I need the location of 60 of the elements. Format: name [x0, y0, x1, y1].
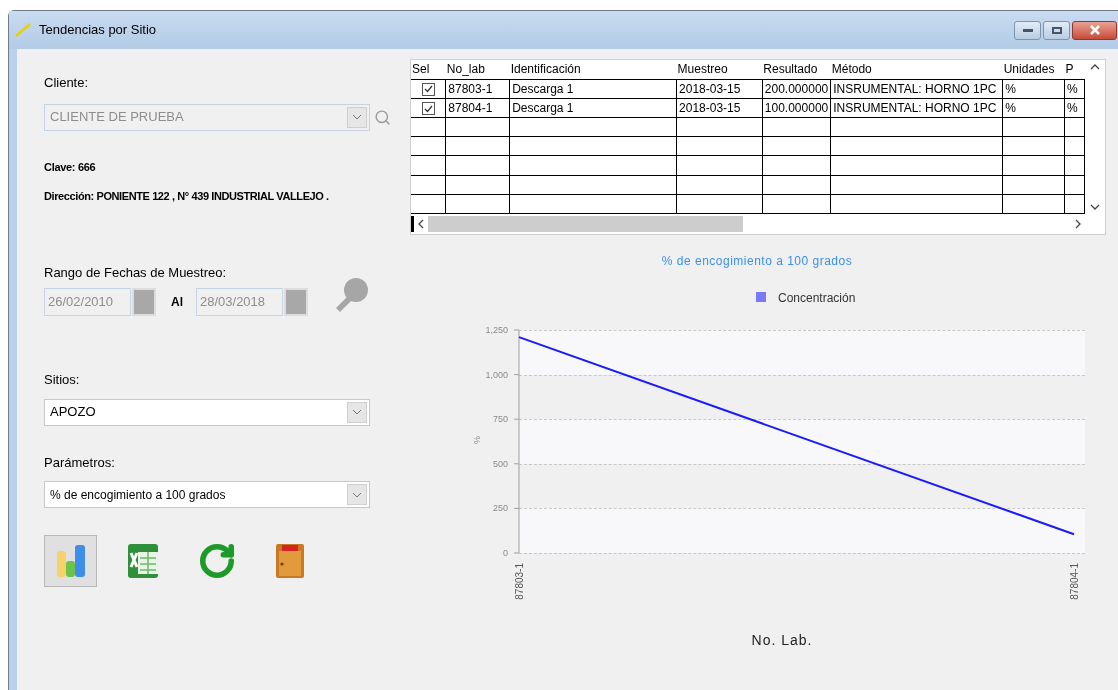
axis-title: %: [472, 436, 482, 444]
parameter-dropdown[interactable]: % de encogimiento a 100 grados: [44, 481, 370, 508]
field-label: Parámetros:: [44, 453, 116, 472]
refresh-icon: [197, 542, 236, 580]
dropdown-value: APOZO: [49, 403, 97, 422]
table-cell: 2018-03-15: [676, 79, 763, 99]
axis-tick-label: 750: [492, 414, 508, 425]
column-header[interactable]: Unidades: [1002, 60, 1065, 79]
field-label: Sitios:: [44, 371, 81, 389]
close-icon: [1088, 25, 1101, 35]
table-cell: 200.000000: [762, 79, 831, 99]
axis-tick-label: 250: [492, 503, 508, 514]
table-cell: 87804-1: [445, 98, 510, 118]
field-label: Rango de Fechas de Muestreo:: [44, 263, 228, 282]
chart-button[interactable]: [44, 535, 97, 587]
table-cell: %: [1002, 98, 1065, 118]
dropdown-value: % de encogimiento a 100 grados: [49, 486, 227, 504]
search-icon[interactable]: [374, 108, 391, 126]
table-cell: INSRUMENTAL: HORNO 1PC: [830, 98, 1003, 118]
range-separator: Al: [171, 294, 184, 311]
minimize-button[interactable]: [1014, 20, 1041, 40]
close-button[interactable]: [1072, 20, 1117, 40]
scroll-down-icon[interactable]: [1090, 204, 1101, 210]
table-cell: 2018-03-15: [676, 98, 763, 118]
field-label: Cliente:: [44, 74, 90, 92]
maximize-button[interactable]: [1043, 20, 1070, 40]
column-header[interactable]: Método: [830, 60, 1003, 79]
column-header[interactable]: Identificación: [509, 60, 677, 79]
axis-tick-label: 0: [503, 548, 508, 558]
address-text: Dirección: PONIENTE 122 , N° 439 INDUSTRIAL VALLEJO .: [44, 189, 330, 204]
axis-tick-label: 87804-1: [1069, 563, 1080, 600]
row-checkbox[interactable]: [421, 102, 435, 116]
axis-tick-label: 87803-1: [514, 563, 525, 600]
table-cell: %: [1064, 79, 1085, 99]
table-cell: 87803-1: [445, 79, 510, 99]
site-dropdown[interactable]: APOZO: [44, 398, 370, 426]
axis-tick-label: 1,250: [485, 325, 508, 335]
chart-title: % de encogimiento a 100 grados: [661, 254, 853, 268]
axis-tick-label: 500: [492, 458, 508, 469]
client-key-text: Clave: 666: [44, 159, 97, 175]
table-cell: INSRUMENTAL: HORNO 1PC: [830, 79, 1003, 99]
app-logo-icon: [15, 23, 31, 37]
row-checkbox[interactable]: [421, 82, 435, 96]
column-header[interactable]: No_lab: [445, 60, 510, 79]
column-header[interactable]: Muestreo: [676, 60, 763, 79]
door-icon: [273, 542, 306, 580]
table-cell: %: [1002, 79, 1065, 99]
column-header[interactable]: P: [1064, 60, 1085, 79]
column-header[interactable]: Sel: [411, 60, 446, 79]
legend-label: Concentración: [778, 291, 856, 305]
scroll-up-icon[interactable]: [1090, 64, 1101, 70]
table-cell: %: [1064, 98, 1085, 118]
table-cell: Descarga 1: [509, 98, 677, 118]
window-title: Tendencias por Sitio: [39, 21, 157, 40]
dropdown-value: CLIENTE DE PRUEBA: [49, 108, 185, 127]
axis-tick-label: 1,000: [485, 369, 508, 380]
table-cell: 100.000000: [762, 98, 831, 118]
axis-title: No. Lab.: [751, 632, 813, 648]
column-header[interactable]: Resultado: [762, 60, 831, 79]
table-cell: Descarga 1: [509, 79, 677, 99]
